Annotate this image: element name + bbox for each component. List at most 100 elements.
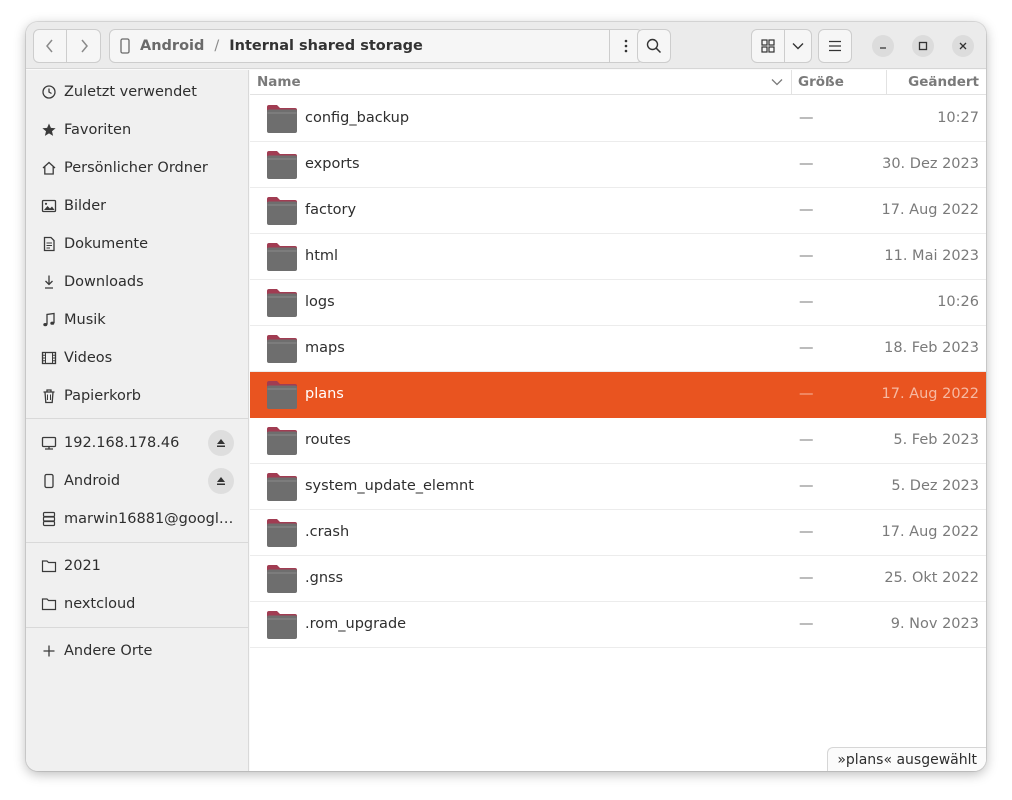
eject-button[interactable] <box>208 468 234 494</box>
chevron-down-icon <box>792 43 804 50</box>
table-row[interactable]: html — 11. Mai 2023 <box>250 234 986 280</box>
table-row[interactable]: exports — 30. Dez 2023 <box>250 142 986 188</box>
sidebar-item-label: Zuletzt verwendet <box>64 84 197 100</box>
path-bar: Android / Internal shared storage <box>109 29 643 63</box>
folder-icon <box>39 596 59 612</box>
sidebar-item-label: Bilder <box>64 198 107 214</box>
grid-view-button[interactable] <box>752 30 786 62</box>
sidebar-item-home[interactable]: Persönlicher Ordner <box>26 149 248 187</box>
sidebar-item-other-locations[interactable]: Andere Orte <box>26 632 248 670</box>
folder-icon <box>267 335 297 363</box>
file-name: exports <box>305 156 360 172</box>
sidebar-item-label: 2021 <box>64 558 101 574</box>
file-name: routes <box>305 432 351 448</box>
column-header: Name Größe Geändert <box>250 70 986 95</box>
sidebar-item-network-drive[interactable]: 192.168.178.46 <box>26 424 248 462</box>
sidebar-divider <box>26 542 248 543</box>
folder-icon <box>267 473 297 501</box>
sidebar-item-trash[interactable]: Papierkorb <box>26 377 248 415</box>
star-icon <box>39 122 59 138</box>
maximize-button[interactable] <box>912 35 934 57</box>
close-button[interactable] <box>952 35 974 57</box>
sidebar-item-google-account[interactable]: marwin16881@google... <box>26 500 248 538</box>
sidebar-item-label: Downloads <box>64 274 144 290</box>
chevron-right-icon <box>80 39 88 53</box>
file-modified: 5. Feb 2023 <box>893 432 979 448</box>
navigation-buttons <box>33 29 101 63</box>
column-divider <box>886 70 887 95</box>
back-button[interactable] <box>34 30 68 62</box>
sidebar-item-recent[interactable]: Zuletzt verwendet <box>26 73 248 111</box>
column-header-modified[interactable]: Geändert <box>908 74 979 90</box>
file-name: html <box>305 248 339 264</box>
table-row[interactable]: maps — 18. Feb 2023 <box>250 326 986 372</box>
table-row[interactable]: factory — 17. Aug 2022 <box>250 188 986 234</box>
sidebar-item-label: Musik <box>64 312 106 328</box>
sidebar-item-label: Favoriten <box>64 122 132 138</box>
file-name: maps <box>305 340 345 356</box>
file-size: — <box>799 110 814 126</box>
table-row[interactable]: config_backup — 10:27 <box>250 96 986 142</box>
file-size: — <box>799 156 814 172</box>
chevron-left-icon <box>46 39 53 53</box>
folder-icon <box>267 611 297 639</box>
eject-button[interactable] <box>208 430 234 456</box>
file-name: .crash <box>305 524 350 540</box>
view-toggle-group <box>751 29 812 63</box>
sidebar-divider <box>26 627 248 628</box>
file-modified: 17. Aug 2022 <box>881 386 980 402</box>
file-name: .gnss <box>305 570 344 586</box>
file-modified: 10:27 <box>937 110 979 126</box>
column-header-size[interactable]: Größe <box>798 74 844 90</box>
close-icon <box>959 42 967 50</box>
table-row[interactable]: .gnss — 25. Okt 2022 <box>250 556 986 602</box>
minimize-icon <box>880 47 886 49</box>
file-name: plans <box>305 386 344 402</box>
search-button[interactable] <box>637 29 671 63</box>
file-modified: 9. Nov 2023 <box>890 616 979 632</box>
file-name: system_update_elemnt <box>305 478 474 494</box>
sidebar-item-videos[interactable]: Videos <box>26 339 248 377</box>
file-name: logs <box>305 294 335 310</box>
table-row[interactable]: system_update_elemnt — 5. Dez 2023 <box>250 464 986 510</box>
sidebar-item-android-device[interactable]: Android <box>26 462 248 500</box>
column-header-name[interactable]: Name <box>257 74 301 90</box>
table-row[interactable]: plans — 17. Aug 2022 <box>250 372 986 418</box>
file-size: — <box>799 248 814 264</box>
phone-icon <box>120 38 130 54</box>
table-row[interactable]: routes — 5. Feb 2023 <box>250 418 986 464</box>
file-modified: 5. Dez 2023 <box>891 478 979 494</box>
file-size: — <box>799 202 814 218</box>
home-icon <box>39 160 59 176</box>
forward-button[interactable] <box>67 30 100 62</box>
music-icon <box>39 312 59 328</box>
sidebar-item-label: Andere Orte <box>64 643 153 659</box>
view-options-dropdown[interactable] <box>785 30 811 62</box>
sidebar-item-music[interactable]: Musik <box>26 301 248 339</box>
phone-icon <box>39 473 59 489</box>
grid-icon <box>761 39 775 53</box>
file-size: — <box>799 340 814 356</box>
sort-descending-icon[interactable] <box>771 78 783 86</box>
eject-icon <box>217 477 225 485</box>
file-size: — <box>799 616 814 632</box>
file-size: — <box>799 478 814 494</box>
sidebar-item-pictures[interactable]: Bilder <box>26 187 248 225</box>
minimize-button[interactable] <box>872 35 894 57</box>
breadcrumb-android[interactable]: Android <box>140 38 204 54</box>
sidebar-item-documents[interactable]: Dokumente <box>26 225 248 263</box>
file-size: — <box>799 294 814 310</box>
folder-icon <box>267 427 297 455</box>
sidebar-divider <box>26 418 248 419</box>
table-row[interactable]: .rom_upgrade — 9. Nov 2023 <box>250 602 986 648</box>
breadcrumb-current-folder[interactable]: Internal shared storage <box>229 38 423 54</box>
table-row[interactable]: logs — 10:26 <box>250 280 986 326</box>
sidebar-item-bookmark-nextcloud[interactable]: nextcloud <box>26 585 248 623</box>
main-menu-button[interactable] <box>818 29 852 63</box>
sidebar-item-label: Videos <box>64 350 113 366</box>
file-manager-window: Android / Internal shared storage Zuletz… <box>26 22 986 771</box>
sidebar-item-favorites[interactable]: Favoriten <box>26 111 248 149</box>
sidebar-item-downloads[interactable]: Downloads <box>26 263 248 301</box>
sidebar-item-bookmark-2021[interactable]: 2021 <box>26 547 248 585</box>
table-row[interactable]: .crash — 17. Aug 2022 <box>250 510 986 556</box>
